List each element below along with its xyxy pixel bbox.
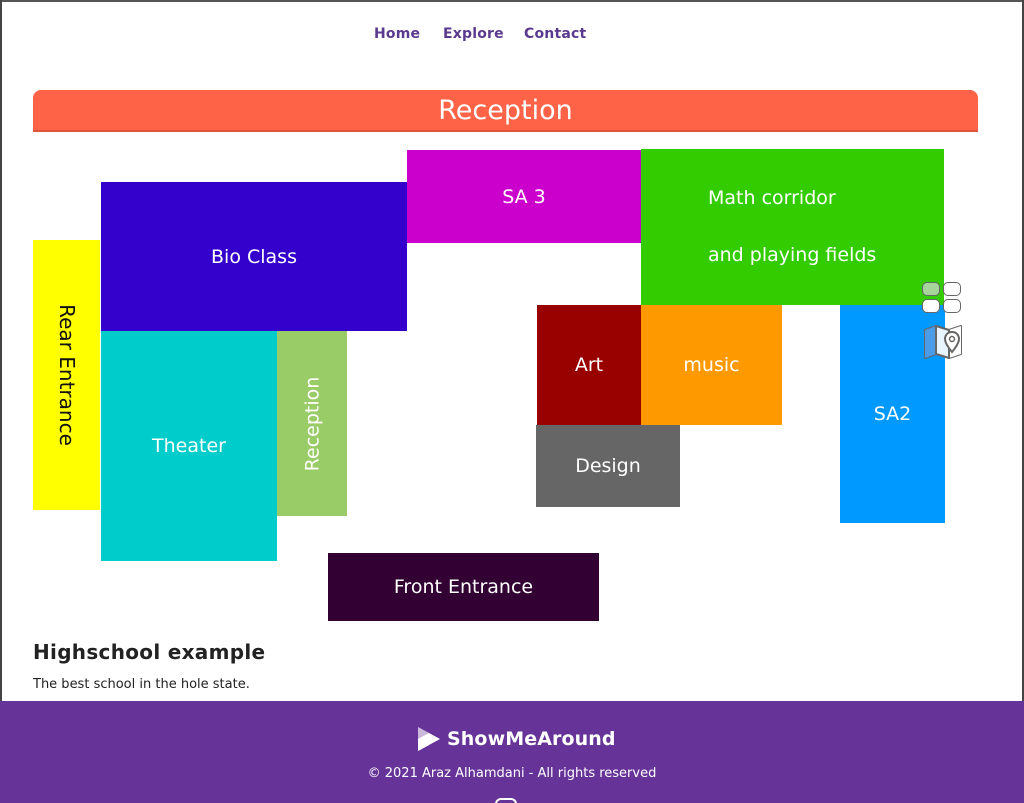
- room-label: Rear Entrance: [54, 304, 79, 446]
- brand-name: ShowMeAround: [447, 728, 616, 750]
- window-left-border: [0, 0, 2, 803]
- window-top-border: [0, 0, 1024, 2]
- room-label: SA2: [873, 403, 912, 425]
- room-label-line2: and playing fields: [708, 244, 877, 266]
- instagram-icon[interactable]: [495, 798, 517, 803]
- room-math-corridor[interactable]: Math corridor and playing fields: [641, 149, 944, 305]
- map-icon[interactable]: [922, 322, 964, 362]
- nav-link-explore[interactable]: Explore: [443, 26, 504, 42]
- room-music[interactable]: music: [641, 305, 782, 425]
- room-theater[interactable]: Theater: [101, 331, 277, 561]
- room-label: Reception: [301, 376, 324, 471]
- room-label-line1: Math corridor: [708, 187, 836, 209]
- room-label: SA 3: [502, 185, 546, 208]
- room-label: Design: [575, 455, 641, 477]
- top-nav: Home Explore Contact: [0, 26, 1024, 46]
- room-bio-class[interactable]: Bio Class: [101, 182, 407, 331]
- room-design[interactable]: Design: [536, 425, 680, 507]
- brand-logo-icon: [418, 727, 440, 751]
- grid-view-icon[interactable]: [922, 282, 962, 314]
- reception-banner[interactable]: Reception: [33, 90, 978, 132]
- room-label: music: [683, 354, 740, 376]
- copyright-text: © 2021 Araz Alhamdani - All rights reser…: [367, 766, 657, 781]
- map-title: Highschool example: [33, 640, 266, 664]
- reception-banner-label: Reception: [438, 95, 573, 126]
- room-front-entrance[interactable]: Front Entrance: [328, 553, 599, 621]
- map-description: The best school in the hole state.: [33, 677, 250, 692]
- room-art[interactable]: Art: [537, 305, 641, 425]
- room-sa3[interactable]: SA 3: [407, 150, 641, 243]
- room-rear-entrance[interactable]: Rear Entrance: [33, 240, 100, 510]
- footer: ShowMeAround © 2021 Araz Alhamdani - All…: [0, 701, 1024, 803]
- room-label: Theater: [152, 435, 226, 457]
- room-label: Front Entrance: [393, 576, 534, 598]
- nav-link-contact[interactable]: Contact: [524, 26, 586, 42]
- room-reception[interactable]: Reception: [277, 331, 347, 516]
- nav-link-home[interactable]: Home: [374, 26, 420, 42]
- room-label: Bio Class: [211, 245, 297, 268]
- floating-view-switcher: [922, 282, 964, 364]
- room-label: Art: [574, 354, 604, 376]
- footer-brand[interactable]: ShowMeAround: [416, 724, 616, 754]
